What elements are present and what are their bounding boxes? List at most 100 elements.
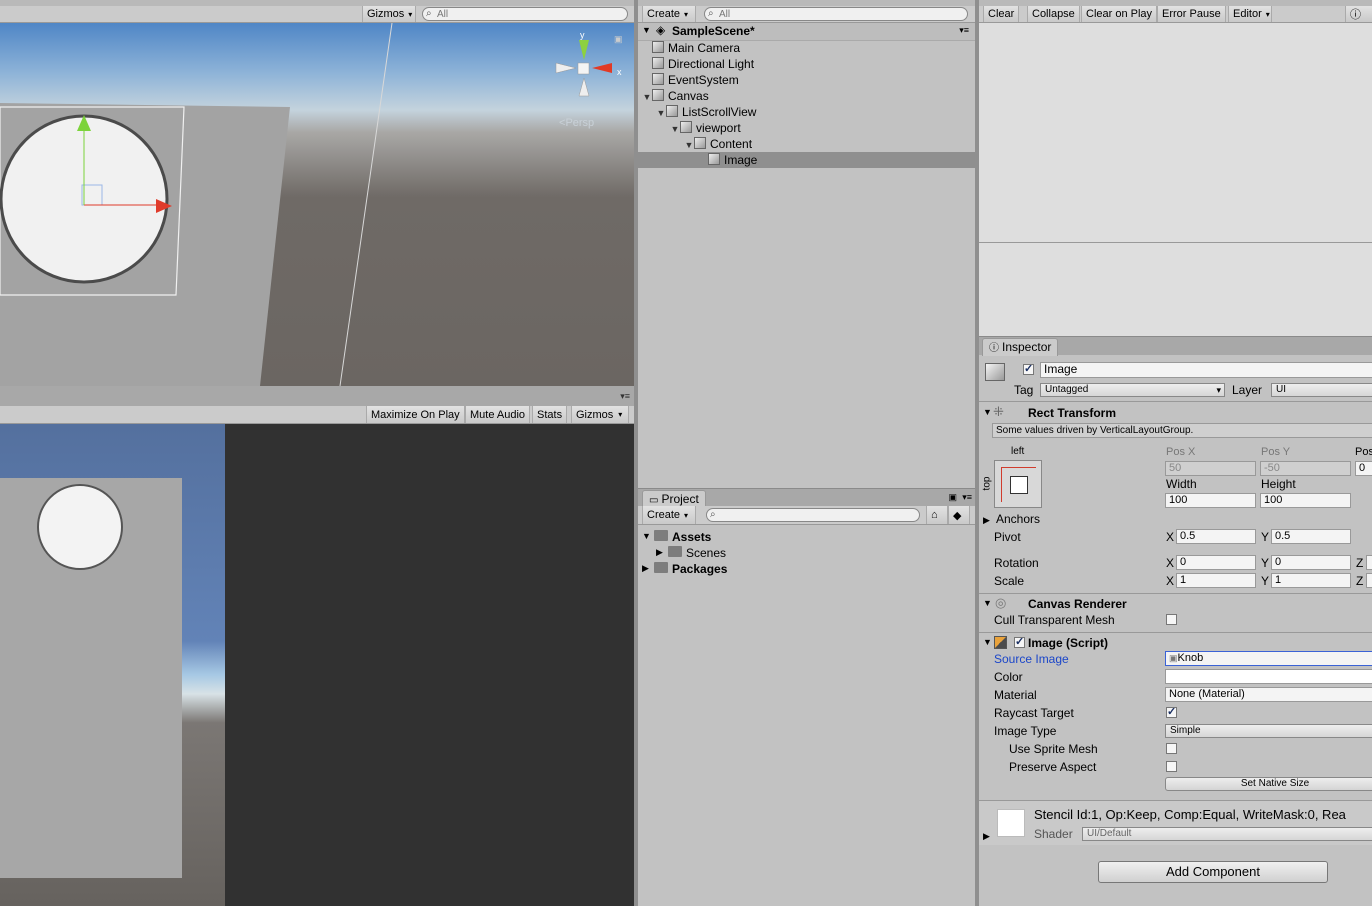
gameobject-icon: [652, 57, 664, 69]
hierarchy-item[interactable]: ▼ Content: [638, 136, 975, 152]
gameobject-name-input[interactable]: Image: [1040, 362, 1372, 378]
stats-button[interactable]: Stats: [532, 406, 568, 423]
console-clear-button[interactable]: Clear: [983, 6, 1020, 22]
height-field[interactable]: 100: [1260, 493, 1351, 508]
rotation-z-field[interactable]: [1366, 555, 1372, 570]
scene-gizmos-dropdown[interactable]: Gizmos ▾: [362, 6, 416, 22]
gameobject-active-checkbox[interactable]: ✓: [1023, 364, 1034, 375]
anchor-v-label: top: [981, 476, 993, 491]
set-native-size-button[interactable]: Set Native Size: [1165, 777, 1372, 791]
rotation-z-label: Z: [1356, 556, 1364, 570]
material-field[interactable]: None (Material): [1165, 687, 1372, 702]
scene-menu-icon[interactable]: ▾≡: [959, 25, 969, 36]
console-info-toggle[interactable]: ⓘ: [1345, 6, 1372, 22]
tag-dropdown[interactable]: Untagged: [1040, 383, 1225, 397]
canvas-renderer-header[interactable]: ▼ ◎ Canvas Renderer: [979, 593, 1372, 613]
canvas-renderer-title: Canvas Renderer: [1028, 597, 1127, 611]
color-swatch[interactable]: [1165, 669, 1372, 684]
console-collapse-button[interactable]: Collapse: [1027, 6, 1080, 22]
console-log-area[interactable]: [979, 23, 1372, 243]
console-error-pause-button[interactable]: Error Pause: [1157, 6, 1226, 22]
project-create-dropdown[interactable]: Create ▾: [642, 506, 696, 524]
hierarchy-item-label: EventSystem: [668, 73, 739, 87]
hierarchy-item[interactable]: ▼ Canvas: [638, 88, 975, 104]
add-component-button[interactable]: Add Component: [1098, 861, 1328, 883]
project-item-assets[interactable]: ▼ Assets: [638, 529, 975, 545]
layer-dropdown[interactable]: UI: [1271, 383, 1372, 397]
image-script-header[interactable]: ▼ ✓ Image (Script): [979, 632, 1372, 652]
expand-arrow-icon[interactable]: ▶: [983, 831, 990, 842]
lock-icon[interactable]: ▣: [614, 34, 623, 45]
console-clear-on-play-button[interactable]: Clear on Play: [1081, 6, 1158, 22]
game-gizmos-dropdown[interactable]: Gizmos ▾: [571, 406, 629, 423]
anchors-foldout[interactable]: ▶ Anchors: [983, 512, 1040, 526]
expand-arrow-icon[interactable]: ▼: [642, 89, 652, 105]
source-image-field[interactable]: ▣Knob: [1165, 651, 1372, 666]
filter-label-icon[interactable]: ◆: [948, 506, 970, 524]
pivot-y-field[interactable]: 0.5: [1271, 529, 1351, 544]
filter-type-icon[interactable]: ⌂: [926, 506, 948, 524]
expand-arrow-icon[interactable]: ▶: [983, 515, 990, 525]
gizmo-y-text: y: [580, 30, 585, 40]
scene-search-input[interactable]: All: [422, 7, 628, 21]
expand-arrow-icon[interactable]: ▶: [656, 547, 663, 558]
expand-arrow-icon[interactable]: ▶: [642, 563, 649, 574]
hierarchy-item[interactable]: Directional Light: [638, 56, 975, 72]
project-item-packages[interactable]: ▶ Packages: [638, 561, 975, 577]
raycast-target-checkbox[interactable]: ✓: [1166, 707, 1177, 718]
driven-note-text: Some values driven by VerticalLayoutGrou…: [996, 425, 1194, 436]
inspector-tab[interactable]: ⓘ Inspector: [982, 338, 1059, 356]
console-detail-area[interactable]: [979, 243, 1372, 336]
anchor-preset-button[interactable]: [994, 460, 1042, 508]
pos-z-field[interactable]: 0: [1355, 461, 1372, 476]
image-type-dropdown[interactable]: Simple: [1165, 724, 1372, 738]
hierarchy-item[interactable]: ▼ ListScrollView: [638, 104, 975, 120]
cull-transparent-mesh-checkbox[interactable]: [1166, 614, 1177, 625]
scenes-label: Scenes: [686, 546, 727, 560]
expand-arrow-icon[interactable]: ▼: [983, 637, 992, 647]
scale-x-field[interactable]: 1: [1176, 573, 1256, 588]
expand-arrow-icon[interactable]: ▼: [670, 121, 680, 137]
expand-arrow-icon[interactable]: ▼: [642, 25, 651, 35]
rect-transform-header[interactable]: ▼ ⁜ Rect Transform: [979, 401, 1372, 423]
project-menu-icon[interactable]: ▾≡: [962, 492, 972, 503]
maximize-on-play-button[interactable]: Maximize On Play: [366, 406, 465, 423]
expand-arrow-icon[interactable]: ▼: [983, 598, 992, 608]
pivot-x-field[interactable]: 0.5: [1176, 529, 1256, 544]
folder-icon: [654, 530, 668, 541]
hierarchy-item[interactable]: Image: [638, 152, 975, 168]
width-field[interactable]: 100: [1165, 493, 1256, 508]
gameobject-icon: [694, 137, 706, 149]
image-enabled-checkbox[interactable]: ✓: [1014, 637, 1025, 648]
game-panel-menu-icon[interactable]: ▾≡: [620, 391, 630, 402]
hierarchy-create-dropdown[interactable]: Create ▾: [642, 6, 696, 22]
hierarchy-item[interactable]: ▼ viewport: [638, 120, 975, 136]
pivot-label: Pivot: [994, 530, 1021, 544]
use-sprite-mesh-checkbox[interactable]: [1166, 743, 1177, 754]
pos-x-label: Pos X: [1166, 446, 1196, 458]
expand-arrow-icon[interactable]: ▼: [642, 531, 651, 541]
expand-arrow-icon[interactable]: ▼: [656, 105, 666, 121]
expand-arrow-icon[interactable]: ▼: [983, 407, 992, 417]
shader-dropdown[interactable]: UI/Default: [1082, 827, 1372, 841]
preserve-aspect-checkbox[interactable]: [1166, 761, 1177, 772]
pos-y-label: Pos Y: [1261, 446, 1291, 458]
scene-ground-plane: [0, 23, 393, 386]
scene-view-panel: Gizmos▾ All y x ▣ <Persp: [0, 0, 634, 386]
hierarchy-scene-row[interactable]: ▼ ◈ SampleScene* ▾≡: [638, 23, 975, 41]
scale-z-field[interactable]: [1366, 573, 1372, 588]
hierarchy-item[interactable]: Main Camera: [638, 40, 975, 56]
scale-y-field[interactable]: 1: [1271, 573, 1351, 588]
console-panel: Clear Collapse Clear on Play Error Pause…: [979, 0, 1372, 336]
expand-arrow-icon[interactable]: ▼: [684, 137, 694, 153]
hierarchy-item[interactable]: EventSystem: [638, 72, 975, 88]
project-lock-icon[interactable]: ▣: [948, 492, 957, 503]
console-editor-dropdown[interactable]: Editor ▾: [1228, 6, 1272, 22]
rotation-y-field[interactable]: 0: [1271, 555, 1351, 570]
project-search-input[interactable]: [706, 508, 920, 522]
project-item-scenes[interactable]: ▶ Scenes: [638, 545, 975, 561]
hierarchy-search-input[interactable]: All: [704, 7, 968, 21]
mute-audio-button[interactable]: Mute Audio: [465, 406, 531, 423]
rotation-x-field[interactable]: 0: [1176, 555, 1256, 570]
persp-label[interactable]: <Persp: [559, 117, 594, 129]
